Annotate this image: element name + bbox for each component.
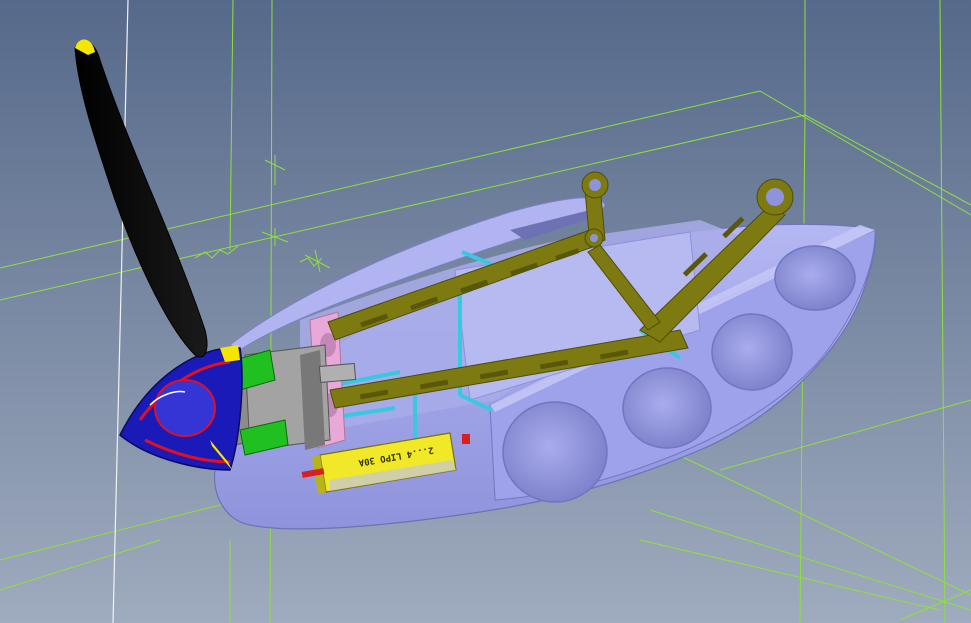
lightening-hole	[774, 245, 856, 311]
model-scene[interactable]: 2...4 LIPO 30A	[0, 0, 971, 623]
spinner[interactable]	[119, 345, 243, 471]
lightening-hole	[711, 313, 793, 391]
lightening-hole	[502, 401, 608, 503]
lightening-hole	[622, 367, 712, 449]
battery-connector	[462, 434, 470, 444]
propeller[interactable]	[74, 39, 208, 358]
cad-viewport[interactable]: 2...4 LIPO 30A	[0, 0, 971, 623]
